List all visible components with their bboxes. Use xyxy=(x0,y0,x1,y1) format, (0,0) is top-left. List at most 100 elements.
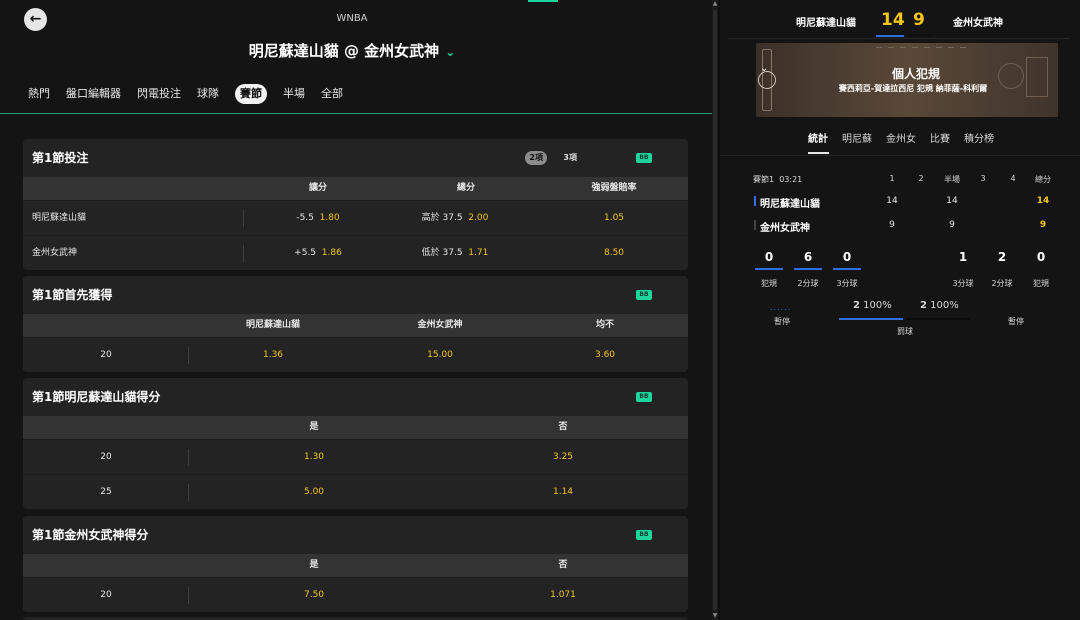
home-team-name: 明尼蘇達山貓 xyxy=(796,18,856,29)
table-row: 25 5.00 1.14 xyxy=(23,474,688,509)
market-title[interactable]: 第1節明尼蘇達山貓得分 BB xyxy=(23,378,688,416)
header-home: 明尼蘇達山貓 xyxy=(245,320,301,330)
home-score: 14 xyxy=(881,10,905,30)
court-mark xyxy=(936,47,942,48)
market-title[interactable]: 第1節投注 2項 3項 BB xyxy=(23,139,688,177)
match-title[interactable]: 明尼蘇達山貓 @ 金州女武神 ⌄ xyxy=(0,40,704,61)
home-team-marker xyxy=(754,196,756,206)
court-visual: ⌄ 個人犯規 賽西莉亞-賀達拉西尼 犯規 納菲薩-科利爾 xyxy=(756,43,1058,117)
match-title-text: 明尼蘇達山貓 @ 金州女武神 xyxy=(248,42,440,60)
table-row: 20 1.36 15.00 3.60 xyxy=(23,337,688,372)
tabs-underline xyxy=(0,113,712,114)
total-odds-button[interactable]: 低於 37.5 1.71 xyxy=(422,236,489,270)
header-away: 金州女武神 xyxy=(417,320,463,330)
market-header: 讓分 總分 強弱盤賠率 xyxy=(23,177,688,200)
table-row: 20 7.50 1.071 xyxy=(23,577,688,612)
event-detail: 賽西莉亞-賀達拉西尼 犯規 納菲薩-科利爾 xyxy=(838,84,988,93)
row-divider xyxy=(188,484,189,501)
tab-lightning-bet[interactable]: 閃電投注 xyxy=(137,84,181,104)
header-yes: 是 xyxy=(309,422,319,432)
market-title-text: 第1節金州女武神得分 xyxy=(32,528,149,542)
away-half-score: 9 xyxy=(949,220,955,230)
court-mark xyxy=(912,47,918,48)
away-3pt-value: 1 xyxy=(958,250,968,264)
market-title[interactable]: 第1節金州女武神得分 BB xyxy=(23,516,688,554)
tab-standings[interactable]: 積分榜 xyxy=(964,130,994,145)
total-line: 高於 37.5 xyxy=(421,213,463,223)
away-team-name: 金州女武神 xyxy=(953,18,1003,29)
header-spread: 讓分 xyxy=(308,183,328,193)
away-team-row-name: 金州女武神 xyxy=(760,223,810,234)
home-free-throws: 2 100% xyxy=(853,300,892,311)
row-divider xyxy=(188,347,189,364)
chevron-down-icon[interactable]: ⌄ xyxy=(445,45,455,59)
market-header: 是 否 xyxy=(23,554,688,577)
tab-minnesota[interactable]: 明尼蘇 xyxy=(842,130,872,145)
tab-teams[interactable]: 球隊 xyxy=(197,84,219,104)
team-name: 金州女武神 xyxy=(32,248,78,258)
moneyline-odds-button[interactable]: 8.50 xyxy=(604,236,624,270)
away-free-throws: 2 100% xyxy=(920,300,959,311)
total-line: 低於 37.5 xyxy=(421,248,463,258)
market-title-text: 第1節明尼蘇達山貓得分 xyxy=(32,390,161,404)
tab-match[interactable]: 比賽 xyxy=(930,130,950,145)
col-q1: 1 xyxy=(889,174,895,183)
neither-odds-button[interactable]: 3.60 xyxy=(595,338,615,372)
home-2pt-label: 2分球 xyxy=(797,279,819,288)
yes-odds-button[interactable]: 1.30 xyxy=(304,440,324,475)
top-accent-bar xyxy=(528,0,558,2)
row-divider xyxy=(243,210,244,227)
odds-value: 2.00 xyxy=(468,213,489,223)
col-total: 總分 xyxy=(1035,175,1051,184)
tab-bet-builder[interactable]: 盤口編輯器 xyxy=(66,84,121,104)
header-yes: 是 xyxy=(309,560,319,570)
tab-all[interactable]: 全部 xyxy=(321,84,343,104)
odds-value: 1.71 xyxy=(468,248,489,258)
tab-golden-state[interactable]: 金州女 xyxy=(886,130,916,145)
tab-stats[interactable]: 統計 xyxy=(808,130,828,145)
total-odds-button[interactable]: 高於 37.5 2.00 xyxy=(422,201,489,236)
home-odds-button[interactable]: 1.36 xyxy=(263,338,283,372)
away-2pt-label: 2分球 xyxy=(991,279,1013,288)
moneyline-odds-button[interactable]: 1.05 xyxy=(604,201,624,236)
col-q2: 2 xyxy=(918,174,924,183)
yes-odds-button[interactable]: 5.00 xyxy=(304,475,324,509)
market-title-text: 第1節投注 xyxy=(32,151,89,165)
no-odds-button[interactable]: 1.14 xyxy=(553,475,573,509)
header-total: 總分 xyxy=(456,183,476,193)
scrollbar-thumb[interactable] xyxy=(713,10,717,610)
home-total-score: 14 xyxy=(1036,196,1050,206)
yes-odds-button[interactable]: 7.50 xyxy=(304,578,324,612)
stats-tabs-divider xyxy=(720,155,1080,156)
market-header: 是 否 xyxy=(23,416,688,439)
market-title[interactable]: 第1節首先獲得 BB xyxy=(23,276,688,314)
header-neither: 均不 xyxy=(595,320,615,330)
away-q1-score: 9 xyxy=(889,220,895,230)
spread-odds-button[interactable]: +5.5 1.86 xyxy=(294,236,342,270)
tab-quarters[interactable]: 賽節 xyxy=(235,84,267,104)
no-odds-button[interactable]: 1.071 xyxy=(550,578,576,612)
stats-tabs: 統計 明尼蘇 金州女 比賽 積分榜 xyxy=(808,130,1008,145)
home-color-bar xyxy=(876,35,904,37)
home-fouls-value: 0 xyxy=(764,250,774,264)
count-pill-2[interactable]: 2項 xyxy=(525,151,547,165)
home-free-throw-bar xyxy=(839,318,903,320)
line-value: 25 xyxy=(100,487,112,497)
scoreboard-divider xyxy=(728,38,1070,39)
home-2pt-value: 6 xyxy=(803,250,813,264)
tab-half[interactable]: 半場 xyxy=(283,84,305,104)
away-2pt-value: 2 xyxy=(997,250,1007,264)
team-name: 明尼蘇達山貓 xyxy=(32,213,87,223)
count-pill-3[interactable]: 3項 xyxy=(563,151,577,165)
table-row: 明尼蘇達山貓 -5.5 1.80 高於 37.5 2.00 1.05 xyxy=(23,200,688,235)
spread-odds-button[interactable]: -5.5 1.80 xyxy=(296,201,339,236)
away-odds-button[interactable]: 15.00 xyxy=(427,338,453,372)
period-label: 賽節1 03:21 xyxy=(753,175,803,184)
home-timeouts-label: 暫停 xyxy=(774,317,790,326)
stat-underline xyxy=(794,268,822,270)
tab-hot[interactable]: 熱門 xyxy=(28,84,50,104)
home-q1-score: 14 xyxy=(886,196,898,206)
no-odds-button[interactable]: 3.25 xyxy=(553,440,573,475)
away-total-score: 9 xyxy=(1039,220,1047,230)
live-scoreboard-panel: 明尼蘇達山貓 14 9 金州女武神 ⌄ 個人犯規 賽西莉亞-賀達拉西尼 犯規 納… xyxy=(720,0,1080,620)
